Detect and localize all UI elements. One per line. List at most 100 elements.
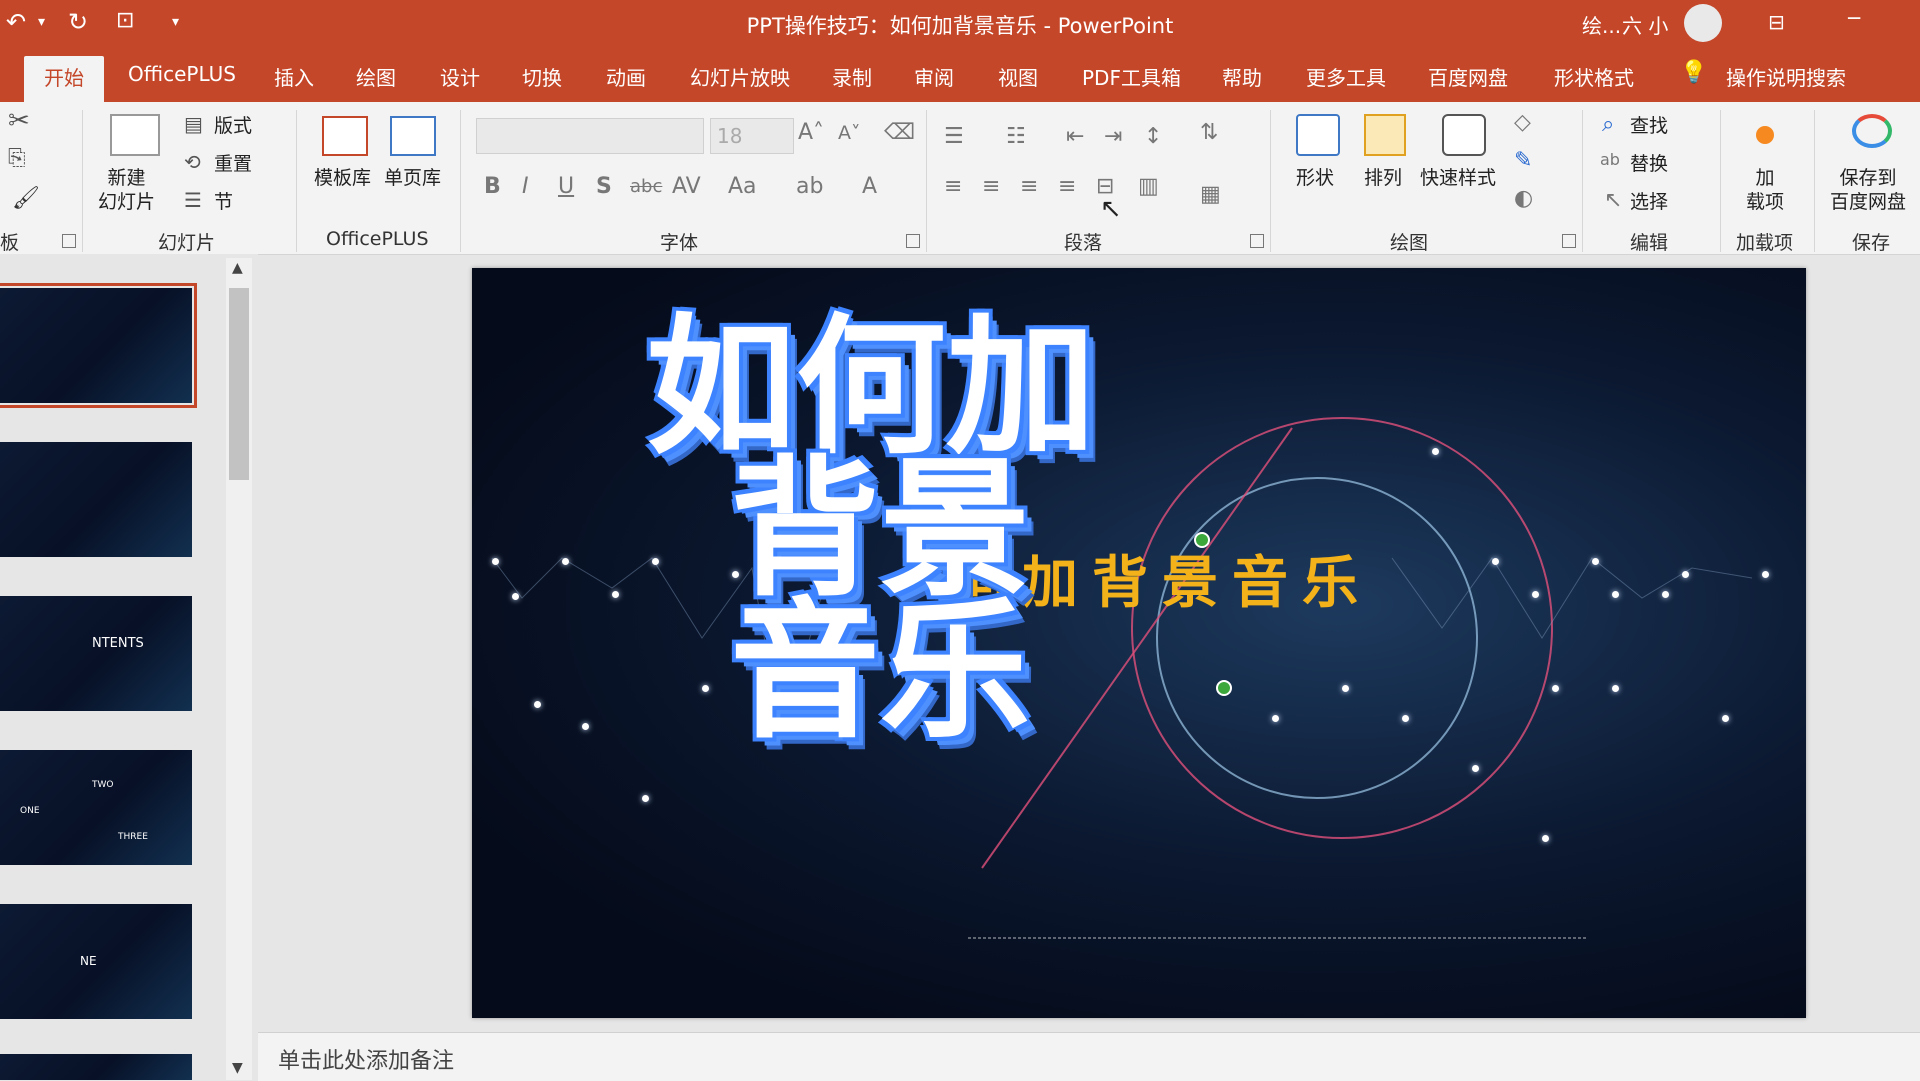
- addin-icon[interactable]: [1756, 126, 1774, 144]
- copy-icon[interactable]: ⎘: [8, 146, 26, 171]
- slide-thumbnail-4[interactable]: ONE TWO THREE: [0, 750, 192, 865]
- new-slide-button[interactable]: 新建 幻灯片: [98, 166, 155, 214]
- star-dot: [1492, 558, 1499, 565]
- thumb-ne-text: NE: [80, 954, 97, 968]
- shape-fill-icon[interactable]: ◇: [1514, 110, 1531, 135]
- quick-styles-icon[interactable]: [1442, 114, 1486, 156]
- reset-button[interactable]: 重置: [214, 152, 252, 176]
- arrange-button[interactable]: 排列: [1364, 166, 1402, 190]
- tab-view[interactable]: 视图: [998, 62, 1038, 91]
- scroll-down-icon[interactable]: ▼: [232, 1060, 243, 1076]
- decrease-font-icon[interactable]: A˅: [838, 122, 861, 144]
- new-slide-icon[interactable]: [110, 114, 160, 156]
- bullets-icon[interactable]: ☰: [944, 124, 964, 149]
- find-button[interactable]: 查找: [1630, 114, 1668, 138]
- increase-indent-icon[interactable]: ⇥: [1104, 124, 1122, 149]
- font-family-combo[interactable]: [476, 118, 704, 154]
- tab-more-tools[interactable]: 更多工具: [1306, 62, 1386, 91]
- template-library-icon[interactable]: [322, 116, 368, 156]
- justify-icon[interactable]: ≡: [1058, 174, 1076, 199]
- change-case-icon[interactable]: Aa: [728, 174, 757, 199]
- format-painter-icon[interactable]: 🖌: [12, 186, 40, 211]
- clipboard-launcher-icon[interactable]: [62, 234, 76, 248]
- save-to-baidu-button[interactable]: 保存到 百度网盘: [1830, 166, 1906, 214]
- layout-button[interactable]: 版式: [214, 114, 252, 138]
- notes-pane[interactable]: 单击此处添加备注: [258, 1032, 1920, 1081]
- align-center-icon[interactable]: ≡: [982, 174, 1000, 199]
- align-left-icon[interactable]: ≡: [944, 174, 962, 199]
- drawing-group-label: 绘图: [1390, 232, 1429, 254]
- replace-button[interactable]: 替换: [1630, 152, 1668, 176]
- tab-design[interactable]: 设计: [440, 62, 480, 91]
- arrange-icon[interactable]: [1364, 114, 1406, 156]
- convert-smartart-icon[interactable]: ▦: [1200, 182, 1221, 207]
- addin-button[interactable]: 加 载项: [1746, 166, 1784, 214]
- user-name[interactable]: 六 小: [1622, 10, 1668, 39]
- tab-shape-format[interactable]: 形状格式: [1554, 62, 1634, 91]
- paragraph-launcher-icon[interactable]: [1250, 234, 1264, 248]
- tab-help[interactable]: 帮助: [1222, 62, 1262, 91]
- baidu-pan-icon[interactable]: [1852, 114, 1892, 148]
- cut-icon[interactable]: ✂: [8, 106, 30, 136]
- shape-outline-icon[interactable]: ✎: [1514, 148, 1532, 173]
- shape-effects-icon[interactable]: ◐: [1514, 186, 1533, 211]
- star-dot: [512, 593, 519, 600]
- draw-truncated-label[interactable]: 绘...: [1582, 10, 1621, 39]
- tab-record[interactable]: 录制: [832, 62, 872, 91]
- slide-thumbnail-2[interactable]: [0, 442, 192, 557]
- template-library-button[interactable]: 模板库: [314, 166, 371, 190]
- ribbon-display-icon[interactable]: ⊟: [1768, 10, 1785, 34]
- section-button[interactable]: 节: [214, 190, 233, 214]
- strikethrough-icon[interactable]: abc: [630, 176, 662, 197]
- slide-thumbnail-5[interactable]: NE: [0, 904, 192, 1019]
- minimize-icon[interactable]: ─: [1848, 6, 1860, 30]
- font-color-icon[interactable]: A: [862, 174, 877, 199]
- shapes-icon[interactable]: [1296, 114, 1340, 156]
- line-spacing-icon[interactable]: ↕: [1144, 124, 1162, 149]
- tab-baidu-pan[interactable]: 百度网盘: [1428, 62, 1508, 91]
- tab-draw[interactable]: 绘图: [356, 62, 396, 91]
- avatar[interactable]: [1684, 4, 1722, 42]
- increase-font-icon[interactable]: A˄: [798, 120, 824, 145]
- select-button[interactable]: 选择: [1630, 190, 1668, 214]
- tab-officeplus[interactable]: OfficePLUS: [128, 62, 236, 86]
- drawing-launcher-icon[interactable]: [1562, 234, 1576, 248]
- columns-icon[interactable]: ▥: [1138, 174, 1159, 199]
- underline-icon[interactable]: U: [558, 174, 574, 199]
- tab-insert[interactable]: 插入: [274, 62, 314, 91]
- slide-big-title-line-3[interactable]: 音乐: [730, 550, 1030, 767]
- tab-pdf-tools[interactable]: PDF工具箱: [1082, 62, 1181, 91]
- tell-me-search[interactable]: 操作说明搜索: [1726, 62, 1846, 91]
- slide-canvas[interactable]: 何加背景音乐 如何加 背景 音乐: [472, 268, 1806, 1018]
- tab-review[interactable]: 审阅: [914, 62, 954, 91]
- shadow-icon[interactable]: S: [596, 174, 612, 199]
- scrollbar-thumb[interactable]: [229, 288, 249, 480]
- numbering-icon[interactable]: ☷: [1006, 124, 1026, 149]
- tab-home[interactable]: 开始: [24, 56, 104, 103]
- thumbnail-scrollbar[interactable]: ▲ ▼: [226, 258, 252, 1080]
- tab-animations[interactable]: 动画: [606, 62, 646, 91]
- star-dot: [1472, 765, 1479, 772]
- scroll-up-icon[interactable]: ▲: [232, 260, 243, 276]
- slide-thumbnail-3[interactable]: NTENTS: [0, 596, 192, 711]
- lightbulb-icon[interactable]: 💡: [1680, 60, 1707, 85]
- char-spacing-icon[interactable]: AV: [672, 174, 701, 199]
- align-right-icon[interactable]: ≡: [1020, 174, 1038, 199]
- clear-formatting-icon[interactable]: ⌫: [884, 120, 915, 145]
- single-page-library-button[interactable]: 单页库: [384, 166, 441, 190]
- divider: [1720, 110, 1721, 252]
- font-launcher-icon[interactable]: [906, 234, 920, 248]
- tab-slideshow[interactable]: 幻灯片放映: [690, 62, 790, 91]
- quick-styles-button[interactable]: 快速样式: [1420, 166, 1496, 190]
- slide-thumbnail-1[interactable]: [0, 283, 197, 408]
- bold-icon[interactable]: B: [484, 174, 501, 199]
- slide-thumbnail-6[interactable]: [0, 1054, 192, 1080]
- shapes-button[interactable]: 形状: [1296, 166, 1334, 190]
- highlight-icon[interactable]: ab: [796, 174, 823, 199]
- decrease-indent-icon[interactable]: ⇤: [1066, 124, 1084, 149]
- italic-icon[interactable]: I: [522, 174, 529, 199]
- tab-transitions[interactable]: 切换: [522, 62, 562, 91]
- font-size-combo[interactable]: 18: [710, 118, 794, 154]
- single-page-library-icon[interactable]: [390, 116, 436, 156]
- text-direction-icon[interactable]: ⇅: [1200, 120, 1218, 145]
